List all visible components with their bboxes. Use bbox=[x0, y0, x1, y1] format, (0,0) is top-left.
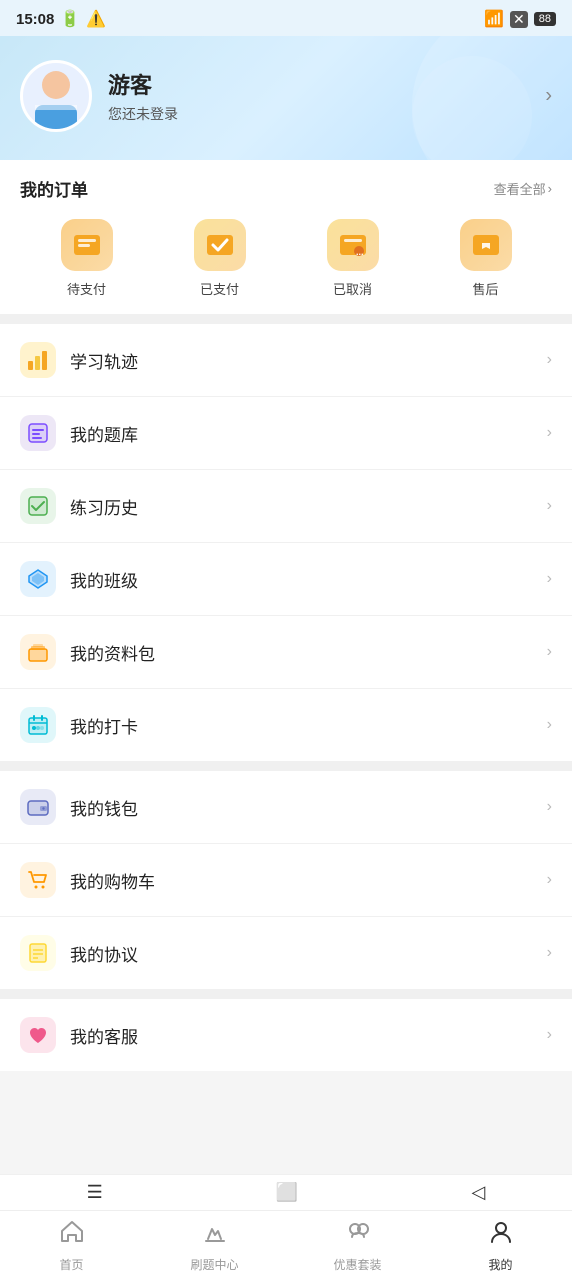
orders-grid: 待支付 已支付 ... bbox=[20, 219, 552, 298]
system-nav-bar: ☰ ⬜ ◁ bbox=[0, 1174, 572, 1210]
battery-icon: 88 bbox=[534, 12, 556, 26]
mine-icon bbox=[488, 1219, 514, 1252]
system-nav-menu[interactable]: ☰ bbox=[87, 1182, 103, 1203]
menu-label-practice-history: 练习历史 bbox=[70, 494, 547, 519]
home-icon bbox=[59, 1219, 85, 1252]
avatar bbox=[20, 60, 92, 132]
nav-item-packages[interactable]: 优惠套装 bbox=[286, 1211, 429, 1280]
question-bank-icon-wrap bbox=[20, 415, 56, 451]
menu-label-wallet: 我的钱包 bbox=[70, 795, 547, 820]
order-item-pending[interactable]: 待支付 bbox=[61, 219, 113, 298]
nav-label-home: 首页 bbox=[59, 1256, 83, 1273]
orders-title: 我的订单 bbox=[20, 176, 88, 201]
menu-item-material-package[interactable]: 我的资料包 › bbox=[0, 616, 572, 689]
menu-label-checkin: 我的打卡 bbox=[70, 713, 547, 738]
status-icon2: ⚠️ bbox=[86, 9, 106, 29]
menu-group-1: 学习轨迹 › 我的题库 › bbox=[0, 324, 572, 761]
cart-icon-wrap bbox=[20, 862, 56, 898]
status-time: 15:08 bbox=[16, 11, 54, 28]
nav-item-mine[interactable]: 我的 bbox=[429, 1211, 572, 1280]
menu-item-question-bank[interactable]: 我的题库 › bbox=[0, 397, 572, 470]
profile-name: 游客 bbox=[108, 68, 552, 100]
nav-item-home[interactable]: 首页 bbox=[0, 1211, 143, 1280]
system-nav-home[interactable]: ⬜ bbox=[276, 1182, 298, 1203]
menu-label-study-track: 学习轨迹 bbox=[70, 348, 547, 373]
practice-history-icon-wrap bbox=[20, 488, 56, 524]
customer-service-icon-wrap bbox=[20, 1017, 56, 1053]
menu-label-material-package: 我的资料包 bbox=[70, 640, 547, 665]
menu-label-question-bank: 我的题库 bbox=[70, 421, 547, 446]
menu-item-wallet[interactable]: 我的钱包 › bbox=[0, 771, 572, 844]
wallet-icon-wrap bbox=[20, 789, 56, 825]
orders-header: 我的订单 查看全部 › bbox=[20, 176, 552, 201]
order-label-cancelled: 已取消 bbox=[333, 279, 372, 298]
menu-label-my-class: 我的班级 bbox=[70, 567, 547, 592]
section-divider-2 bbox=[0, 761, 572, 771]
profile-arrow[interactable]: › bbox=[545, 85, 552, 108]
menu-label-cart: 我的购物车 bbox=[70, 868, 547, 893]
bottom-nav: 首页 刷题中心 优惠套装 我的 bbox=[0, 1210, 572, 1280]
nav-label-mine: 我的 bbox=[488, 1256, 512, 1273]
menu-arrow-material-package: › bbox=[547, 643, 552, 661]
order-label-pending: 待支付 bbox=[67, 279, 106, 298]
svg-text:...: ... bbox=[356, 247, 364, 257]
cross-icon: ✕ bbox=[510, 11, 528, 28]
view-all-arrow: › bbox=[548, 181, 552, 196]
menu-group-2: 我的钱包 › 我的购物车 › bbox=[0, 771, 572, 989]
agreement-icon-wrap bbox=[20, 935, 56, 971]
system-nav-back[interactable]: ◁ bbox=[472, 1182, 486, 1203]
menu-arrow-wallet: › bbox=[547, 798, 552, 816]
menu-label-agreement: 我的协议 bbox=[70, 941, 547, 966]
nav-label-practice: 刷题中心 bbox=[190, 1256, 238, 1273]
profile-header[interactable]: 游客 您还未登录 › bbox=[0, 36, 572, 160]
menu-arrow-agreement: › bbox=[547, 944, 552, 962]
menu-item-study-track[interactable]: 学习轨迹 › bbox=[0, 324, 572, 397]
practice-icon bbox=[202, 1219, 228, 1252]
menu-arrow-study-track: › bbox=[547, 351, 552, 369]
menu-group-3: 我的客服 › bbox=[0, 999, 572, 1071]
menu-item-agreement[interactable]: 我的协议 › bbox=[0, 917, 572, 989]
orders-section: 我的订单 查看全部 › 待支付 bbox=[0, 160, 572, 314]
status-icon1: 🔋 bbox=[60, 9, 80, 29]
menu-item-customer-service[interactable]: 我的客服 › bbox=[0, 999, 572, 1071]
menu-arrow-checkin: › bbox=[547, 716, 552, 734]
menu-arrow-customer-service: › bbox=[547, 1026, 552, 1044]
menu-item-my-class[interactable]: 我的班级 › bbox=[0, 543, 572, 616]
profile-info: 游客 您还未登录 bbox=[108, 68, 552, 124]
status-bar: 15:08 🔋 ⚠️ 📶 ✕ 88 bbox=[0, 0, 572, 36]
menu-arrow-question-bank: › bbox=[547, 424, 552, 442]
menu-label-customer-service: 我的客服 bbox=[70, 1023, 547, 1048]
view-all-orders[interactable]: 查看全部 › bbox=[494, 179, 552, 198]
order-label-aftersale: 售后 bbox=[472, 279, 498, 298]
my-class-icon-wrap bbox=[20, 561, 56, 597]
menu-arrow-practice-history: › bbox=[547, 497, 552, 515]
nav-label-packages: 优惠套装 bbox=[333, 1256, 381, 1273]
section-divider-3 bbox=[0, 989, 572, 999]
packages-icon bbox=[345, 1219, 371, 1252]
order-label-paid: 已支付 bbox=[200, 279, 239, 298]
order-item-aftersale[interactable]: 售后 bbox=[460, 219, 512, 298]
material-package-icon-wrap bbox=[20, 634, 56, 670]
section-divider-1 bbox=[0, 314, 572, 324]
wifi-icon: 📶 bbox=[484, 9, 504, 29]
menu-item-cart[interactable]: 我的购物车 › bbox=[0, 844, 572, 917]
order-item-cancelled[interactable]: ... 已取消 bbox=[327, 219, 379, 298]
menu-item-checkin[interactable]: 我的打卡 › bbox=[0, 689, 572, 761]
menu-item-practice-history[interactable]: 练习历史 › bbox=[0, 470, 572, 543]
order-item-paid[interactable]: 已支付 bbox=[194, 219, 246, 298]
menu-arrow-my-class: › bbox=[547, 570, 552, 588]
menu-arrow-cart: › bbox=[547, 871, 552, 889]
study-track-icon-wrap bbox=[20, 342, 56, 378]
checkin-icon-wrap bbox=[20, 707, 56, 743]
nav-item-practice[interactable]: 刷题中心 bbox=[143, 1211, 286, 1280]
profile-subtitle: 您还未登录 bbox=[108, 104, 552, 124]
